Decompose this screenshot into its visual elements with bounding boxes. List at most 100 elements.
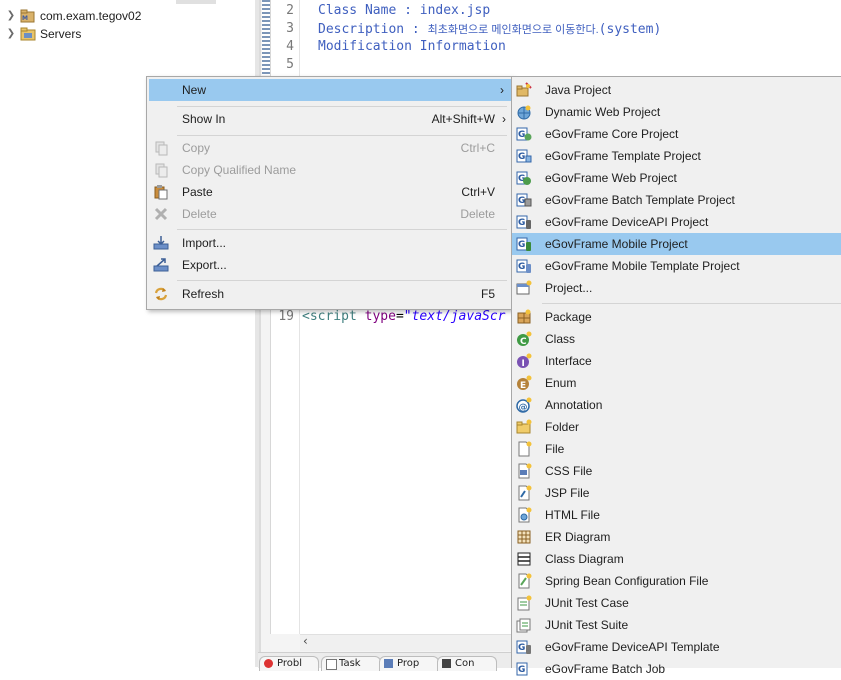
chevron-right-icon[interactable]: ❯ <box>4 10 18 21</box>
tree-item-label: Servers <box>40 26 82 41</box>
menu-item-accelerator: F5 <box>480 287 495 301</box>
menu-item-copy-qualified-name[interactable]: Copy Qualified Name <box>147 159 513 181</box>
package-icon <box>516 309 532 325</box>
submenu-item-html-file[interactable]: HTML File <box>512 504 841 526</box>
code-line: <script type="text/javaScr <box>302 309 506 324</box>
submenu-item-er-diagram[interactable]: ER Diagram <box>512 526 841 548</box>
svg-text:G: G <box>518 643 525 653</box>
new-submenu: Java Project Dynamic Web Project G eGovF… <box>511 76 841 676</box>
tree-item-project[interactable]: ❯ M com.exam.tegov02 <box>0 6 255 25</box>
egov-deviceapi-template-icon: G <box>516 639 532 655</box>
menu-item-delete[interactable]: Delete Delete <box>147 203 513 225</box>
submenu-item-label: eGovFrame Mobile Template Project <box>545 259 740 273</box>
submenu-item-egov-deviceapi[interactable]: G eGovFrame DeviceAPI Project <box>512 211 841 233</box>
enum-icon: E <box>516 375 532 391</box>
menu-separator <box>177 106 507 107</box>
menu-item-accelerator: Alt+Shift+W <box>431 112 495 126</box>
menu-item-import[interactable]: Import... <box>147 232 513 254</box>
submenu-item-label: eGovFrame DeviceAPI Template <box>545 640 720 654</box>
submenu-item-label: File <box>545 442 565 456</box>
tab-problems[interactable]: Probl <box>259 656 319 671</box>
submenu-item-label: HTML File <box>545 508 600 522</box>
menu-item-refresh[interactable]: Refresh F5 <box>147 283 513 305</box>
submenu-item-egov-mobile[interactable]: G eGovFrame Mobile Project <box>512 233 841 255</box>
line-number: 4 <box>286 39 294 54</box>
code-string: "text/javaScr <box>403 309 506 324</box>
junit-test-case-icon <box>516 595 532 611</box>
scroll-left-icon[interactable]: ‹ <box>303 634 308 648</box>
menu-item-export[interactable]: Export... <box>147 254 513 276</box>
submenu-item-egov-template[interactable]: G eGovFrame Template Project <box>512 145 841 167</box>
menu-item-label: Paste <box>182 185 213 199</box>
submenu-item-java-project[interactable]: Java Project <box>512 79 841 101</box>
submenu-item-class-diagram[interactable]: Class Diagram <box>512 548 841 570</box>
menu-item-new[interactable]: New › <box>149 79 511 101</box>
submenu-item-label: JSP File <box>545 486 590 500</box>
tab-label: Con <box>455 658 475 669</box>
submenu-item-label: eGovFrame Template Project <box>545 149 701 163</box>
menu-item-label: Refresh <box>182 287 225 301</box>
submenu-item-egov-batch-template[interactable]: G eGovFrame Batch Template Project <box>512 189 841 211</box>
submenu-item-dynamic-web-project[interactable]: Dynamic Web Project <box>512 101 841 123</box>
junit-test-suite-icon <box>516 617 532 633</box>
code-attr: type <box>364 309 396 324</box>
tasks-icon <box>326 659 337 670</box>
tree-item-servers[interactable]: ❯ Servers <box>0 24 255 43</box>
menu-separator <box>177 229 507 230</box>
chevron-right-icon[interactable]: ❯ <box>4 28 18 39</box>
tab-tasks[interactable]: Task <box>321 656 381 671</box>
submenu-item-file[interactable]: File <box>512 438 841 460</box>
delete-icon <box>153 206 169 222</box>
svg-text:@: @ <box>519 403 528 413</box>
code-line: Class Name : index.jsp <box>318 3 491 18</box>
menu-item-show-in[interactable]: Show In Alt+Shift+W › <box>147 108 513 130</box>
menu-item-paste[interactable]: Paste Ctrl+V <box>147 181 513 203</box>
project-icon: M <box>20 9 36 23</box>
submenu-item-egov-mobile-template[interactable]: G eGovFrame Mobile Template Project <box>512 255 841 277</box>
svg-text:I: I <box>522 359 525 369</box>
submenu-item-enum[interactable]: E Enum <box>512 372 841 394</box>
tree-item-label: com.exam.tegov02 <box>40 8 142 23</box>
submenu-item-label: Spring Bean Configuration File <box>545 574 709 588</box>
tab-console[interactable]: Con <box>437 656 497 671</box>
submenu-item-egov-deviceapi-template[interactable]: G eGovFrame DeviceAPI Template <box>512 636 841 658</box>
submenu-item-css-file[interactable]: CSS File <box>512 460 841 482</box>
submenu-item-junit-test-suite[interactable]: JUnit Test Suite <box>512 614 841 636</box>
export-icon <box>153 257 169 273</box>
submenu-item-label: ER Diagram <box>545 530 611 544</box>
submenu-item-label: Interface <box>545 354 592 368</box>
submenu-item-folder[interactable]: Folder <box>512 416 841 438</box>
folder-icon <box>20 27 36 41</box>
egov-deviceapi-project-icon: G <box>516 214 532 230</box>
submenu-item-project-wizard[interactable]: Project... <box>512 277 841 299</box>
tab-properties[interactable]: Prop <box>379 656 439 671</box>
svg-text:C: C <box>520 337 527 347</box>
submenu-item-label: Dynamic Web Project <box>545 105 661 119</box>
css-file-icon <box>516 463 532 479</box>
egov-mobile-template-icon: G <box>516 258 532 274</box>
submenu-item-junit-test-case[interactable]: JUnit Test Case <box>512 592 841 614</box>
menu-item-label: Copy Qualified Name <box>182 163 297 177</box>
submenu-item-annotation[interactable]: @ Annotation <box>512 394 841 416</box>
line-number: 19 <box>278 309 294 324</box>
tab-label: Prop <box>397 658 420 669</box>
refresh-icon <box>153 286 169 302</box>
svg-text:E: E <box>520 381 526 391</box>
egov-mobile-project-icon: G <box>516 236 532 252</box>
menu-item-label: New <box>182 83 207 97</box>
submenu-item-jsp-file[interactable]: JSP File <box>512 482 841 504</box>
menu-item-label: Export... <box>182 258 227 272</box>
submenu-item-egov-core[interactable]: G eGovFrame Core Project <box>512 123 841 145</box>
menu-item-label: Show In <box>182 112 226 126</box>
submenu-item-spring-bean[interactable]: Spring Bean Configuration File <box>512 570 841 592</box>
submenu-item-egov-web[interactable]: G eGovFrame Web Project <box>512 167 841 189</box>
submenu-item-interface[interactable]: I Interface <box>512 350 841 372</box>
class-icon: C <box>516 331 532 347</box>
chevron-right-icon: › <box>502 112 506 126</box>
menu-item-copy[interactable]: Copy Ctrl+C <box>147 137 513 159</box>
submenu-item-egov-batch-job[interactable]: G eGovFrame Batch Job <box>512 658 841 680</box>
submenu-item-label: eGovFrame DeviceAPI Project <box>545 215 709 229</box>
submenu-item-package[interactable]: Package <box>512 306 841 328</box>
submenu-item-class[interactable]: C Class <box>512 328 841 350</box>
svg-text:G: G <box>518 240 525 250</box>
